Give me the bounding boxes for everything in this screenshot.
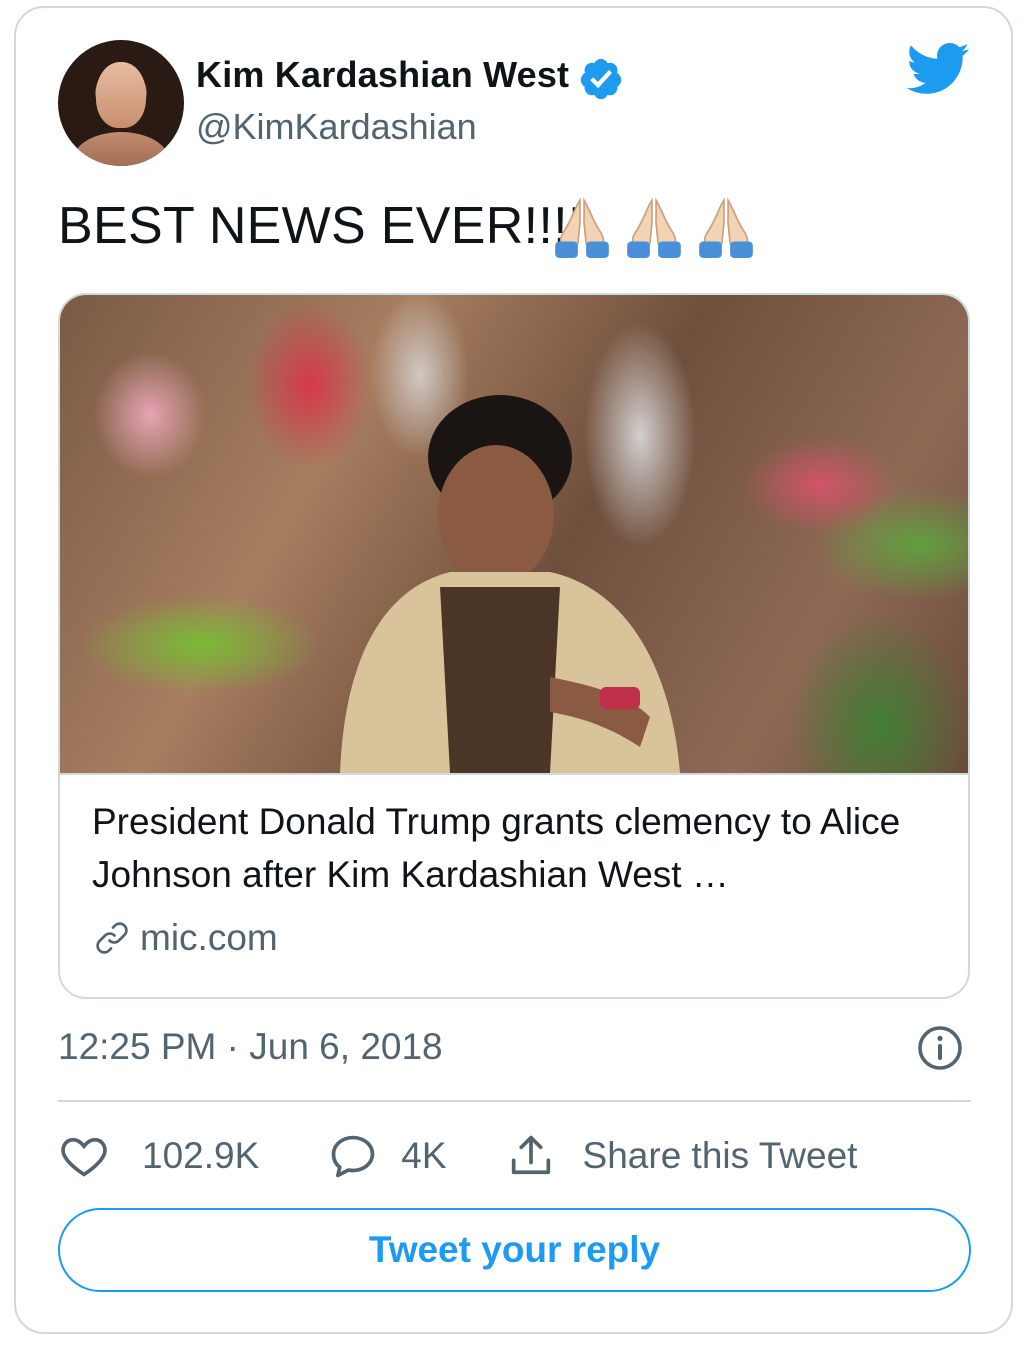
reply-count: 4K	[401, 1135, 447, 1176]
avatar[interactable]	[58, 40, 184, 166]
folded-hands-icon	[627, 197, 681, 258]
link-preview-image[interactable]	[60, 295, 968, 775]
link-preview-card[interactable]: President Donald Trump grants clemency t…	[58, 293, 970, 999]
reply-count-button[interactable]: 4K	[327, 1130, 447, 1182]
link-preview-title[interactable]: President Donald Trump grants clemency t…	[92, 795, 932, 901]
action-bar: 102.9K 4K Share this Tweet	[58, 1128, 857, 1184]
heart-icon	[61, 1137, 107, 1177]
tweet-text: BEST NEWS EVER!!!!	[58, 197, 583, 255]
link-icon	[96, 922, 128, 954]
share-label: Share this Tweet	[582, 1135, 858, 1176]
link-preview-domain[interactable]: mic.com	[92, 917, 278, 959]
person-photo	[340, 395, 680, 773]
share-upload-icon	[511, 1135, 550, 1175]
twitter-bird-icon[interactable]	[904, 42, 970, 98]
author-handle[interactable]: @KimKardashian	[196, 106, 477, 148]
author-display-name[interactable]: Kim Kardashian West	[196, 54, 569, 96]
folded-hands-icon	[555, 197, 609, 258]
folded-hands-icon	[699, 197, 753, 258]
info-icon[interactable]	[916, 1024, 964, 1072]
tweet-your-reply-button[interactable]: Tweet your reply	[58, 1208, 971, 1292]
verified-badge-icon	[580, 58, 622, 100]
divider	[58, 1100, 971, 1102]
emoji-row	[548, 194, 760, 260]
reply-bubble-icon	[331, 1135, 375, 1178]
tweet-timestamp[interactable]: 12:25 PM · Jun 6, 2018	[58, 1026, 443, 1068]
like-button[interactable]: 102.9K	[58, 1130, 259, 1182]
like-count: 102.9K	[142, 1135, 260, 1176]
link-domain-text: mic.com	[140, 917, 278, 958]
share-button[interactable]: Share this Tweet	[505, 1130, 858, 1182]
